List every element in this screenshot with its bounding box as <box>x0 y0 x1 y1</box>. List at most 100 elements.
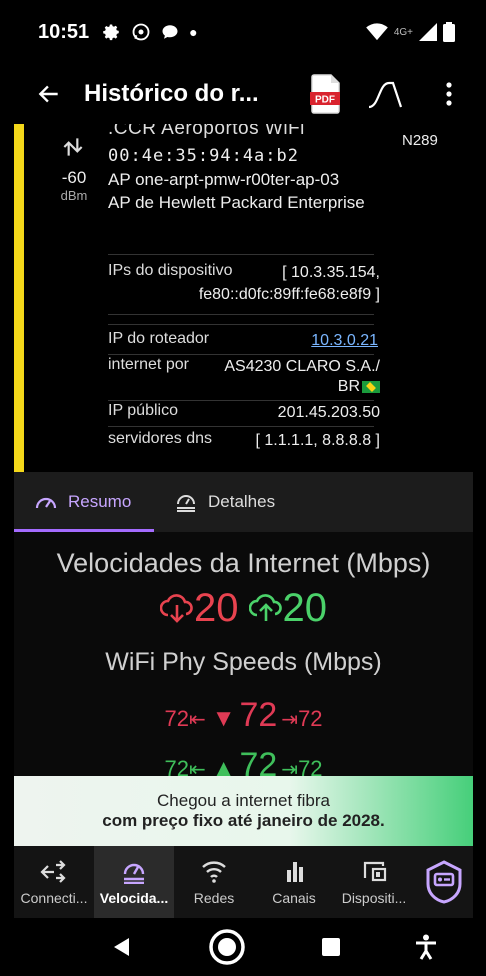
tab-resumo[interactable]: Resumo <box>14 472 154 532</box>
internet-by-label: internet por <box>108 356 189 373</box>
connection-icon <box>40 860 66 883</box>
public-ip-value: 201.45.203.50 <box>277 404 380 421</box>
nav-networks-label: Redes <box>193 890 235 906</box>
divider <box>108 314 374 315</box>
divider <box>108 354 374 355</box>
wifi-status-icon <box>366 23 388 41</box>
phy-rx-max: 72 <box>298 706 323 731</box>
app-screen: 10:51 ● 4G+ Histórico do r... PDF -60 dB… <box>14 0 473 976</box>
nav-channels[interactable]: Canais <box>254 846 334 918</box>
nav-connection[interactable]: Connecti... <box>14 846 94 918</box>
speedometer-icon <box>35 497 57 509</box>
ad-banner-line2: com preço fixo até janeiro de 2028. <box>102 811 385 830</box>
ap-name: AP one-arpt-pmw-r00ter-ap-03 <box>108 170 340 189</box>
nav-networks[interactable]: Redes <box>174 846 254 918</box>
home-circle-icon[interactable] <box>207 927 247 967</box>
speedometer-icon <box>123 863 145 884</box>
pdf-icon: PDF <box>310 74 340 114</box>
cell-signal-icon <box>419 23 437 41</box>
ad-banner[interactable]: Chegou a internet fibra com preço fixo a… <box>14 776 473 846</box>
system-navigation <box>14 918 473 976</box>
premium-button[interactable] <box>414 846 473 918</box>
upload-speed-value: 20 <box>282 586 328 630</box>
device-ips-value-line2: fe80::d0fc:89ff:fe68:e8f9 ] <box>198 286 380 303</box>
wifi-icon <box>202 861 226 883</box>
device-ips-value-line1: [ 10.3.35.154, <box>282 264 380 281</box>
nav-devices[interactable]: Dispositi... <box>334 846 414 918</box>
system-status-icons: 4G+ <box>366 22 455 42</box>
back-button[interactable] <box>14 64 84 124</box>
cloud-download-icon <box>159 594 193 623</box>
arrow-left-icon <box>38 85 58 103</box>
upload-speed: 20 <box>248 586 328 631</box>
signal-strength-value: -60 <box>61 168 87 187</box>
chart-view-button[interactable] <box>357 69 417 119</box>
whatsapp-icon <box>132 23 150 41</box>
view-tabs: Resumo Detalhes <box>14 472 473 532</box>
devices-icon <box>363 861 387 882</box>
nav-speed[interactable]: Velocida... <box>94 846 174 918</box>
chat-bubble-icon <box>162 25 178 39</box>
speedometer-detail-icon <box>177 495 195 512</box>
country-code: BR <box>337 378 360 395</box>
network-type-label: 4G+ <box>393 26 413 38</box>
triangle-down-icon: ▼ <box>211 705 236 732</box>
internet-speed-title: Velocidades da Internet (Mbps) <box>56 548 431 578</box>
router-ip-link[interactable]: 10.3.0.21 <box>294 332 378 350</box>
phy-speed-title: WiFi Phy Speeds (Mbps) <box>105 648 382 676</box>
bssid-mac: 00:4e:35:94:4a:b2 <box>108 146 299 166</box>
accessibility-icon[interactable] <box>415 934 437 960</box>
brazil-flag-icon <box>362 380 380 393</box>
battery-icon <box>443 22 455 42</box>
nav-speed-label: Velocida... <box>99 890 169 906</box>
phy-rx-row: 72 ⇤ ▼ 72 ⇥ 72 <box>14 696 473 735</box>
device-ips-label: IPs do dispositivo <box>108 262 233 279</box>
tab-detalhes-label: Detalhes <box>208 492 276 511</box>
signal-curve-icon <box>368 81 403 109</box>
divider <box>108 400 374 401</box>
dns-servers-value: [ 1.1.1.1, 8.8.8.8 ] <box>255 432 380 449</box>
status-bar: 10:51 ● 4G+ <box>14 0 473 64</box>
dns-servers-label: servidores dns <box>108 430 213 447</box>
channel-label: N289 <box>402 132 438 149</box>
divider <box>108 324 374 325</box>
export-pdf-button[interactable]: PDF <box>305 69 347 119</box>
internet-by-value-line1: AS4230 CLARO S.A./ <box>224 358 380 375</box>
dot-icon: ● <box>189 24 198 40</box>
sort-arrows-icon <box>63 138 83 156</box>
network-details-card: -60 dBm .CCR Aeroportos WiFi N289 00:4e:… <box>14 124 473 472</box>
back-triangle-icon[interactable] <box>110 935 134 959</box>
divider <box>108 254 374 255</box>
app-bar: Histórico do r... PDF <box>14 64 473 124</box>
kebab-menu-icon <box>446 82 452 106</box>
divider <box>108 426 374 427</box>
bar-chart-icon <box>287 862 303 882</box>
recents-square-icon[interactable] <box>320 936 342 958</box>
network-ssid: .CCR Aeroportos WiFi <box>108 124 305 139</box>
ap-vendor: AP de Hewlett Packard Enterprise <box>108 193 365 212</box>
download-speed: 20 <box>159 586 239 631</box>
tab-detalhes[interactable]: Detalhes <box>154 472 294 532</box>
public-ip-label: IP público <box>108 402 178 419</box>
download-speed-value: 20 <box>194 586 239 630</box>
status-time: 10:51 <box>38 20 90 43</box>
bar-left-arrow-icon: ⇤ <box>188 709 206 731</box>
phy-rx-current: 72 <box>239 696 278 734</box>
ad-banner-line1: Chegou a internet fibra <box>157 791 330 810</box>
pdf-label: PDF <box>315 95 335 106</box>
speed-summary: Velocidades da Internet (Mbps) 20 20 WiF… <box>14 532 473 782</box>
bar-right-arrow-icon: ⇥ <box>281 709 299 731</box>
internet-by-value-line2: BR <box>304 378 380 396</box>
internet-speed-values: 20 20 <box>14 586 473 631</box>
bottom-navigation: Connecti... Velocida... Redes Canais Dis… <box>14 846 473 918</box>
settings-gear-icon <box>103 24 119 41</box>
signal-strength-bar <box>14 124 24 472</box>
more-options-button[interactable] <box>429 69 469 119</box>
premium-badge-icon <box>426 860 461 904</box>
cloud-upload-icon <box>248 594 282 621</box>
signal-strength-unit: dBm <box>60 188 88 203</box>
page-title: Histórico do r... <box>84 80 259 107</box>
nav-devices-label: Dispositi... <box>341 890 407 906</box>
router-ip-label: IP do roteador <box>108 330 210 347</box>
notification-icons: ● <box>103 22 198 42</box>
